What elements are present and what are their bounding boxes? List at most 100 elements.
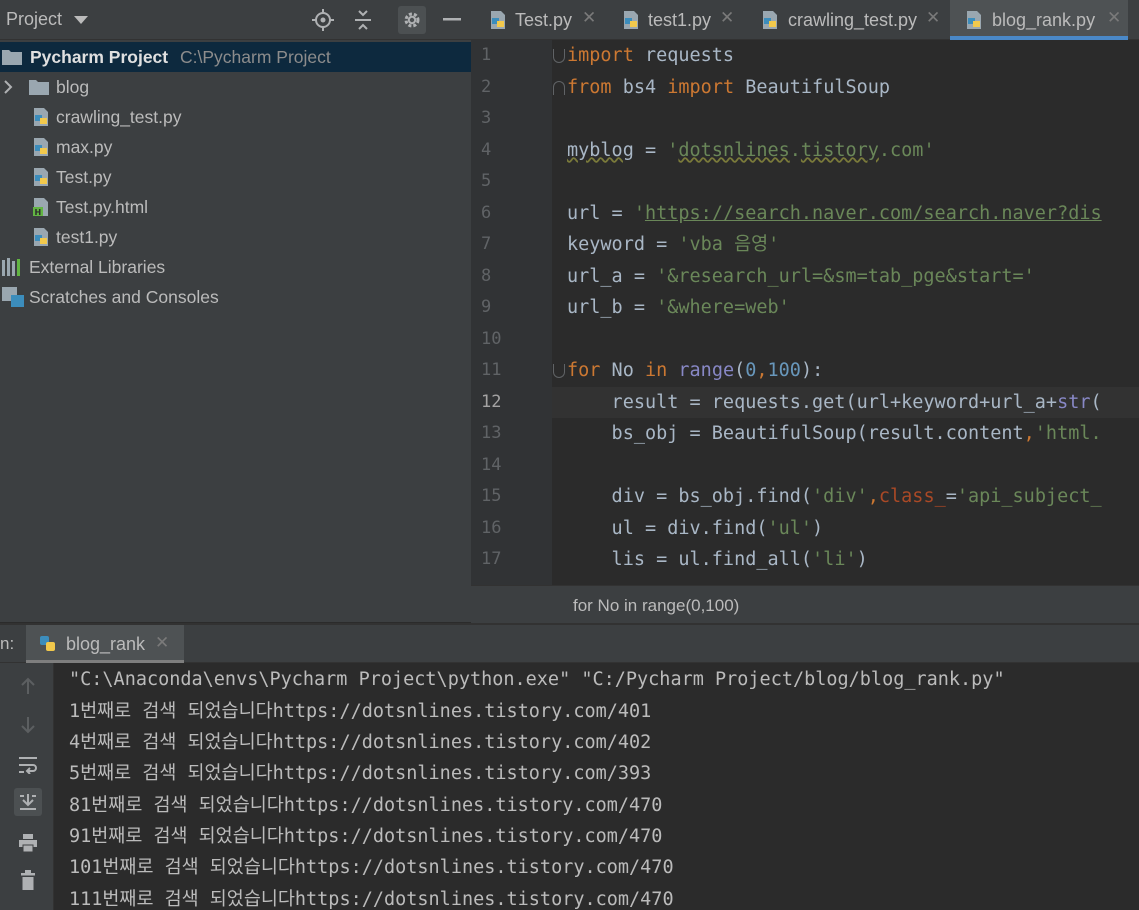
- tree-item-label: Test.py: [56, 167, 112, 187]
- python-file-icon: [31, 137, 51, 162]
- tree-item-label: blog: [56, 77, 90, 97]
- tree-item-external-libraries[interactable]: External Libraries: [0, 252, 471, 282]
- root-name: Pycharm Project: [30, 47, 169, 67]
- tree-item-label: test1.py: [56, 227, 118, 247]
- line-number: 11: [481, 360, 502, 380]
- console-line: 4번째로 검색 되었습니다https://dotsnlines.tistory.…: [69, 732, 652, 753]
- close-icon[interactable]: ✕: [582, 8, 596, 28]
- close-icon[interactable]: ✕: [720, 8, 734, 28]
- tree-item-blog[interactable]: blog: [0, 72, 471, 102]
- trash-icon[interactable]: [14, 866, 42, 894]
- line-number: 10: [481, 328, 502, 349]
- code-line-6: url = 'https://search.naver.com/search.n…: [567, 202, 1102, 224]
- console-line: "C:\Anaconda\envs\Pycharm Project\python…: [69, 669, 1005, 690]
- scroll-to-end-icon[interactable]: [14, 788, 42, 816]
- code-line-4: myblog = 'dotsnlines.tistory.com': [567, 139, 935, 161]
- code-line-9: url_b = '&where=web': [567, 297, 790, 318]
- folder-icon: [29, 79, 49, 100]
- breadcrumb-item[interactable]: for No in range(0,100): [573, 596, 739, 616]
- code-line-8: url_a = '&research_url=&sm=tab_pge&start…: [567, 265, 1035, 287]
- fold-marker-icon[interactable]: [553, 364, 565, 378]
- tab-label: test1.py: [648, 10, 712, 30]
- tree-item-test-html[interactable]: H Test.py.html: [0, 192, 471, 222]
- root-path: C:\Pycharm Project: [180, 47, 331, 67]
- svg-text:H: H: [35, 208, 42, 217]
- python-file-icon: [964, 10, 984, 35]
- project-title[interactable]: Project: [6, 9, 62, 30]
- tab-test1-py[interactable]: test1.py ✕: [609, 0, 745, 40]
- line-number: 12: [481, 391, 502, 412]
- line-number: 3: [481, 108, 492, 128]
- tree-item-max[interactable]: max.py: [0, 132, 471, 162]
- tree-item-crawling-test[interactable]: crawling_test.py: [0, 102, 471, 132]
- tree-item-test1[interactable]: test1.py: [0, 222, 471, 252]
- python-icon: [38, 634, 58, 658]
- code-line-13: bs_obj = BeautifulSoup(result.content,'h…: [567, 423, 1102, 444]
- print-icon[interactable]: [14, 829, 42, 857]
- scratches-icon: [2, 287, 24, 312]
- arrow-down-icon[interactable]: [14, 711, 42, 739]
- line-number: 4: [481, 139, 492, 160]
- minimize-icon[interactable]: [438, 6, 466, 34]
- line-number: 8: [481, 265, 492, 286]
- close-icon[interactable]: ✕: [926, 8, 940, 28]
- console-line: 111번째로 검색 되었습니다https://dotsnlines.tistor…: [69, 889, 674, 910]
- console-line: 81번째로 검색 되었습니다https://dotsnlines.tistory…: [69, 795, 663, 816]
- tab-blog-rank-py[interactable]: blog_rank.py ✕: [950, 0, 1128, 40]
- tree-item-scratches[interactable]: Scratches and Consoles: [0, 282, 471, 312]
- libraries-icon: [2, 258, 24, 281]
- line-number: 15: [481, 486, 502, 506]
- code-line-15: div = bs_obj.find('div',class_='api_subj…: [567, 486, 1102, 507]
- breadcrumb: [471, 585, 1139, 623]
- console-line: 101번째로 검색 되었습니다https://dotsnlines.tistor…: [69, 857, 674, 878]
- fold-end-icon[interactable]: [553, 81, 565, 95]
- code-line-2: from bs4 import BeautifulSoup: [567, 76, 891, 98]
- tree-item-label: crawling_test.py: [56, 107, 182, 127]
- line-number: 7: [481, 234, 492, 254]
- tree-item-label: External Libraries: [29, 257, 166, 277]
- chevron-right-icon[interactable]: [3, 79, 13, 100]
- html-file-icon: H: [31, 197, 51, 222]
- line-number: 14: [481, 454, 502, 475]
- tab-test-py[interactable]: Test.py ✕: [476, 0, 606, 40]
- tree-item-test[interactable]: Test.py: [0, 162, 471, 192]
- python-file-icon: [31, 107, 51, 132]
- chevron-down-icon[interactable]: [74, 16, 88, 24]
- collapse-all-icon[interactable]: [349, 6, 377, 34]
- console-line: 1번째로 검색 되었습니다https://dotsnlines.tistory.…: [69, 701, 652, 722]
- soft-wrap-icon[interactable]: [14, 751, 42, 779]
- line-number: 13: [481, 423, 502, 443]
- folder-icon: [2, 49, 22, 70]
- tree-item-label: Test.py.html: [56, 197, 149, 217]
- line-number: 5: [481, 171, 492, 191]
- locate-icon[interactable]: [309, 6, 337, 34]
- close-icon[interactable]: ✕: [155, 633, 169, 653]
- line-number: 16: [481, 517, 502, 538]
- tree-item-label: max.py: [56, 137, 113, 157]
- code-line-12: result = requests.get(url+keyword+url_a+…: [567, 391, 1102, 413]
- code-line-1: import requests: [567, 45, 735, 66]
- tab-label: crawling_test.py: [788, 10, 918, 30]
- line-number: 6: [481, 202, 492, 223]
- console-line: 5번째로 검색 되었습니다https://dotsnlines.tistory.…: [69, 763, 652, 784]
- console-line: 91번째로 검색 되었습니다https://dotsnlines.tistory…: [69, 826, 663, 847]
- tab-crawling-test-py[interactable]: crawling_test.py ✕: [748, 0, 948, 40]
- close-icon[interactable]: ✕: [1107, 8, 1121, 28]
- line-number: 2: [481, 76, 492, 97]
- gear-icon[interactable]: [398, 6, 426, 34]
- python-file-icon: [621, 10, 641, 35]
- code-line-17: lis = ul.find_all('li'): [567, 549, 868, 570]
- line-number: 9: [481, 297, 492, 317]
- tree-root-row[interactable]: Pycharm Project C:\Pycharm Project: [0, 42, 471, 72]
- run-label: n:: [0, 634, 15, 653]
- tab-label: blog_rank.py: [992, 10, 1096, 30]
- code-line-11: for No in range(0,100):: [567, 360, 824, 381]
- tab-label: Test.py: [515, 10, 573, 30]
- python-file-icon: [760, 10, 780, 35]
- python-file-icon: [488, 10, 508, 35]
- code-line-16: ul = div.find('ul'): [567, 517, 824, 539]
- tree-item-label: Scratches and Consoles: [29, 287, 219, 307]
- python-file-icon: [31, 167, 51, 192]
- fold-marker-icon[interactable]: [553, 49, 565, 63]
- arrow-up-icon[interactable]: [14, 672, 42, 700]
